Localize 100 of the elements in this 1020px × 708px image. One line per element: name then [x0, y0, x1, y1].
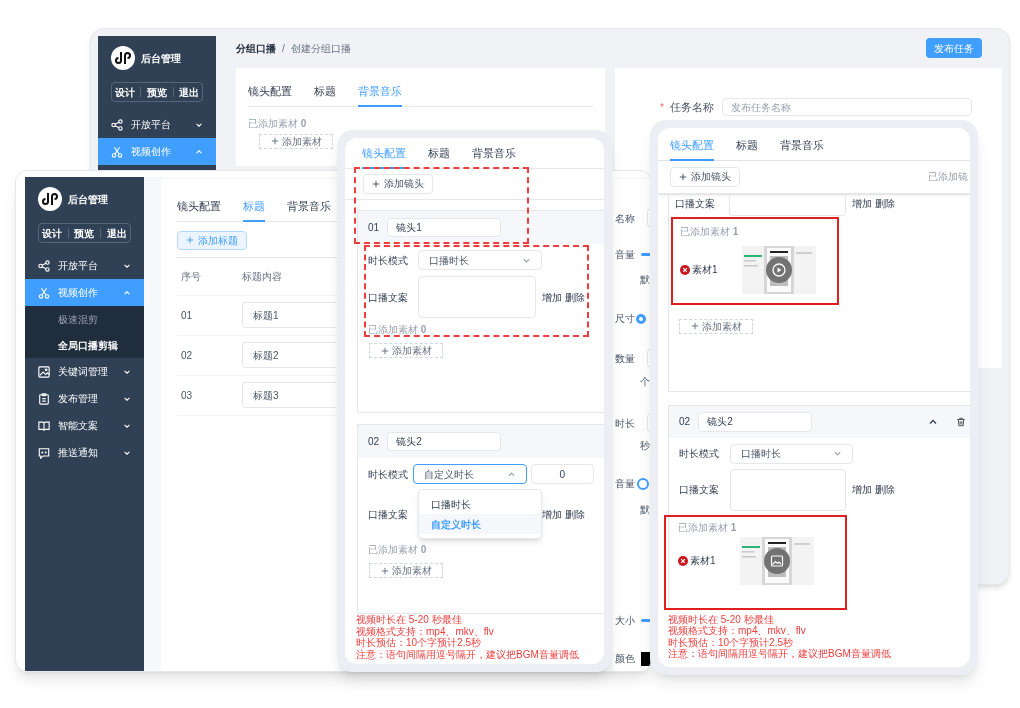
- radio-button[interactable]: [636, 313, 646, 324]
- menu-item[interactable]: 开放平台: [98, 111, 216, 138]
- input-field[interactable]: 标题3: [242, 382, 336, 408]
- tab[interactable]: 镜头配置: [177, 198, 221, 222]
- shot-index: 02: [679, 415, 691, 429]
- material-name: 素材1: [692, 263, 718, 277]
- add-material-button[interactable]: 添加素材: [369, 563, 443, 578]
- setting-text: 默: [640, 273, 650, 287]
- plus-icon: [380, 566, 389, 575]
- book-icon: [38, 419, 50, 432]
- action-link[interactable]: 增加: [852, 195, 872, 211]
- plus-icon: [270, 137, 279, 145]
- remove-icon[interactable]: [680, 264, 690, 275]
- material-name: 素材1: [690, 554, 716, 568]
- note-text: 注意：语句间隔用逗号隔开，建议把BGM音量调低: [356, 648, 580, 660]
- trash-icon[interactable]: [956, 416, 966, 427]
- menu-item[interactable]: 智能文案: [25, 412, 144, 439]
- submenu-item[interactable]: 全局口播剪辑: [25, 332, 144, 358]
- note-text: 视频格式支持：mp4、mkv、flv: [356, 625, 495, 637]
- input-field[interactable]: 标题2: [242, 342, 336, 368]
- field-label: 口播文案: [679, 483, 720, 497]
- setting-text: 默: [640, 503, 650, 517]
- tab[interactable]: 标题: [314, 83, 336, 107]
- tab[interactable]: 标题: [736, 137, 758, 161]
- input-field[interactable]: 0: [530, 464, 594, 484]
- dropdown-option[interactable]: 口播时长: [419, 494, 541, 514]
- message-icon: [38, 446, 50, 459]
- field-label: 时长: [615, 416, 636, 431]
- chevron-up-icon: [195, 147, 203, 156]
- action-link[interactable]: 退出: [107, 225, 128, 241]
- breadcrumb-separator: /: [282, 41, 285, 56]
- dropdown[interactable]: 口播时长: [730, 443, 853, 464]
- note-text: 视频格式支持：mp4、mkv、flv: [668, 625, 807, 637]
- action-link[interactable]: 预览: [74, 225, 95, 241]
- add-shot-button[interactable]: 添加镜头: [670, 166, 740, 187]
- action-link[interactable]: 删除: [875, 482, 895, 497]
- field-label: 时长模式: [679, 447, 720, 461]
- note-text: 时长预估：10个字预计2.5秒: [668, 636, 795, 648]
- breadcrumb-item[interactable]: 分组口播: [236, 40, 276, 56]
- note-text: 视频时长在 5-20 秒最佳: [668, 613, 775, 625]
- slider-handle[interactable]: [637, 477, 649, 490]
- tab[interactable]: 背景音乐: [780, 137, 824, 161]
- menu-item[interactable]: 发布管理: [25, 385, 144, 412]
- plus-icon: [372, 179, 380, 188]
- setting-text: 个: [640, 375, 650, 389]
- play-icon[interactable]: [765, 256, 792, 283]
- input-field[interactable]: 镜头2: [698, 411, 813, 432]
- remove-icon[interactable]: [678, 555, 688, 566]
- share-icon: [111, 118, 123, 131]
- dropdown[interactable]: 口播时长: [418, 250, 542, 270]
- field-label: 口播文案: [368, 507, 409, 522]
- input-field[interactable]: 镜头1: [387, 218, 502, 237]
- dropdown[interactable]: 自定义时长: [413, 464, 527, 484]
- action-link[interactable]: 删除: [565, 289, 585, 305]
- add-material-button[interactable]: 添加素材: [679, 318, 753, 334]
- action-link[interactable]: 设计: [114, 84, 135, 100]
- breadcrumb-item[interactable]: 创建分组口播: [290, 40, 351, 56]
- tab[interactable]: 背景音乐: [472, 145, 516, 169]
- table-cell-text: 03: [180, 388, 194, 403]
- action-link[interactable]: 设计: [41, 225, 62, 241]
- field-label: 时长模式: [368, 253, 409, 268]
- plus-icon: [380, 346, 389, 355]
- note-text: 视频时长在 5-20 秒最佳: [356, 614, 463, 626]
- action-link[interactable]: 增加: [852, 482, 872, 497]
- material-count: 已添加素材 0: [368, 543, 428, 557]
- action-link[interactable]: 增加: [542, 506, 562, 522]
- menu-item[interactable]: 推送通知: [25, 439, 144, 466]
- material-count: 已添加素材 0: [248, 116, 308, 131]
- field-label: 尺寸: [615, 312, 636, 326]
- chevron-up-icon: [123, 288, 131, 297]
- column-header: 序号: [180, 269, 202, 284]
- action-link[interactable]: 删除: [875, 195, 895, 211]
- field-label: 音量: [615, 477, 636, 491]
- add-material-button[interactable]: 添加素材: [369, 343, 443, 358]
- setting-text: 秒: [640, 439, 650, 453]
- field-label: 名称: [615, 211, 636, 226]
- action-link[interactable]: 增加: [542, 289, 562, 305]
- menu-item[interactable]: 关键词管理: [25, 358, 144, 385]
- field-label: 颜色: [615, 652, 636, 666]
- chevron-up-icon: [506, 469, 516, 479]
- material-count: 已添加素材 1: [678, 520, 738, 535]
- tab[interactable]: 镜头配置: [248, 83, 292, 107]
- material-count: 已添加素材 0: [368, 323, 428, 337]
- brand-name: 后台管理: [141, 51, 181, 66]
- tab[interactable]: 标题: [428, 145, 450, 169]
- input-field[interactable]: 镜头2: [387, 432, 502, 451]
- menu-item[interactable]: 开放平台: [25, 252, 144, 279]
- field-label: 任务名称: [669, 99, 714, 115]
- action-link[interactable]: 预览: [147, 84, 167, 100]
- plus-icon: [186, 236, 194, 244]
- input-field[interactable]: 标题1: [242, 302, 336, 328]
- logo-icon: [111, 46, 135, 70]
- action-link[interactable]: 删除: [565, 506, 585, 522]
- field-label: 口播文案: [675, 196, 716, 211]
- scissors-icon: [38, 286, 50, 299]
- tab[interactable]: 背景音乐: [287, 198, 331, 222]
- action-link[interactable]: 退出: [179, 84, 200, 100]
- add-material-button[interactable]: 添加素材: [259, 133, 333, 149]
- submenu-item[interactable]: 极速混剪: [25, 306, 144, 332]
- add-shot-button[interactable]: 添加镜头: [363, 173, 433, 194]
